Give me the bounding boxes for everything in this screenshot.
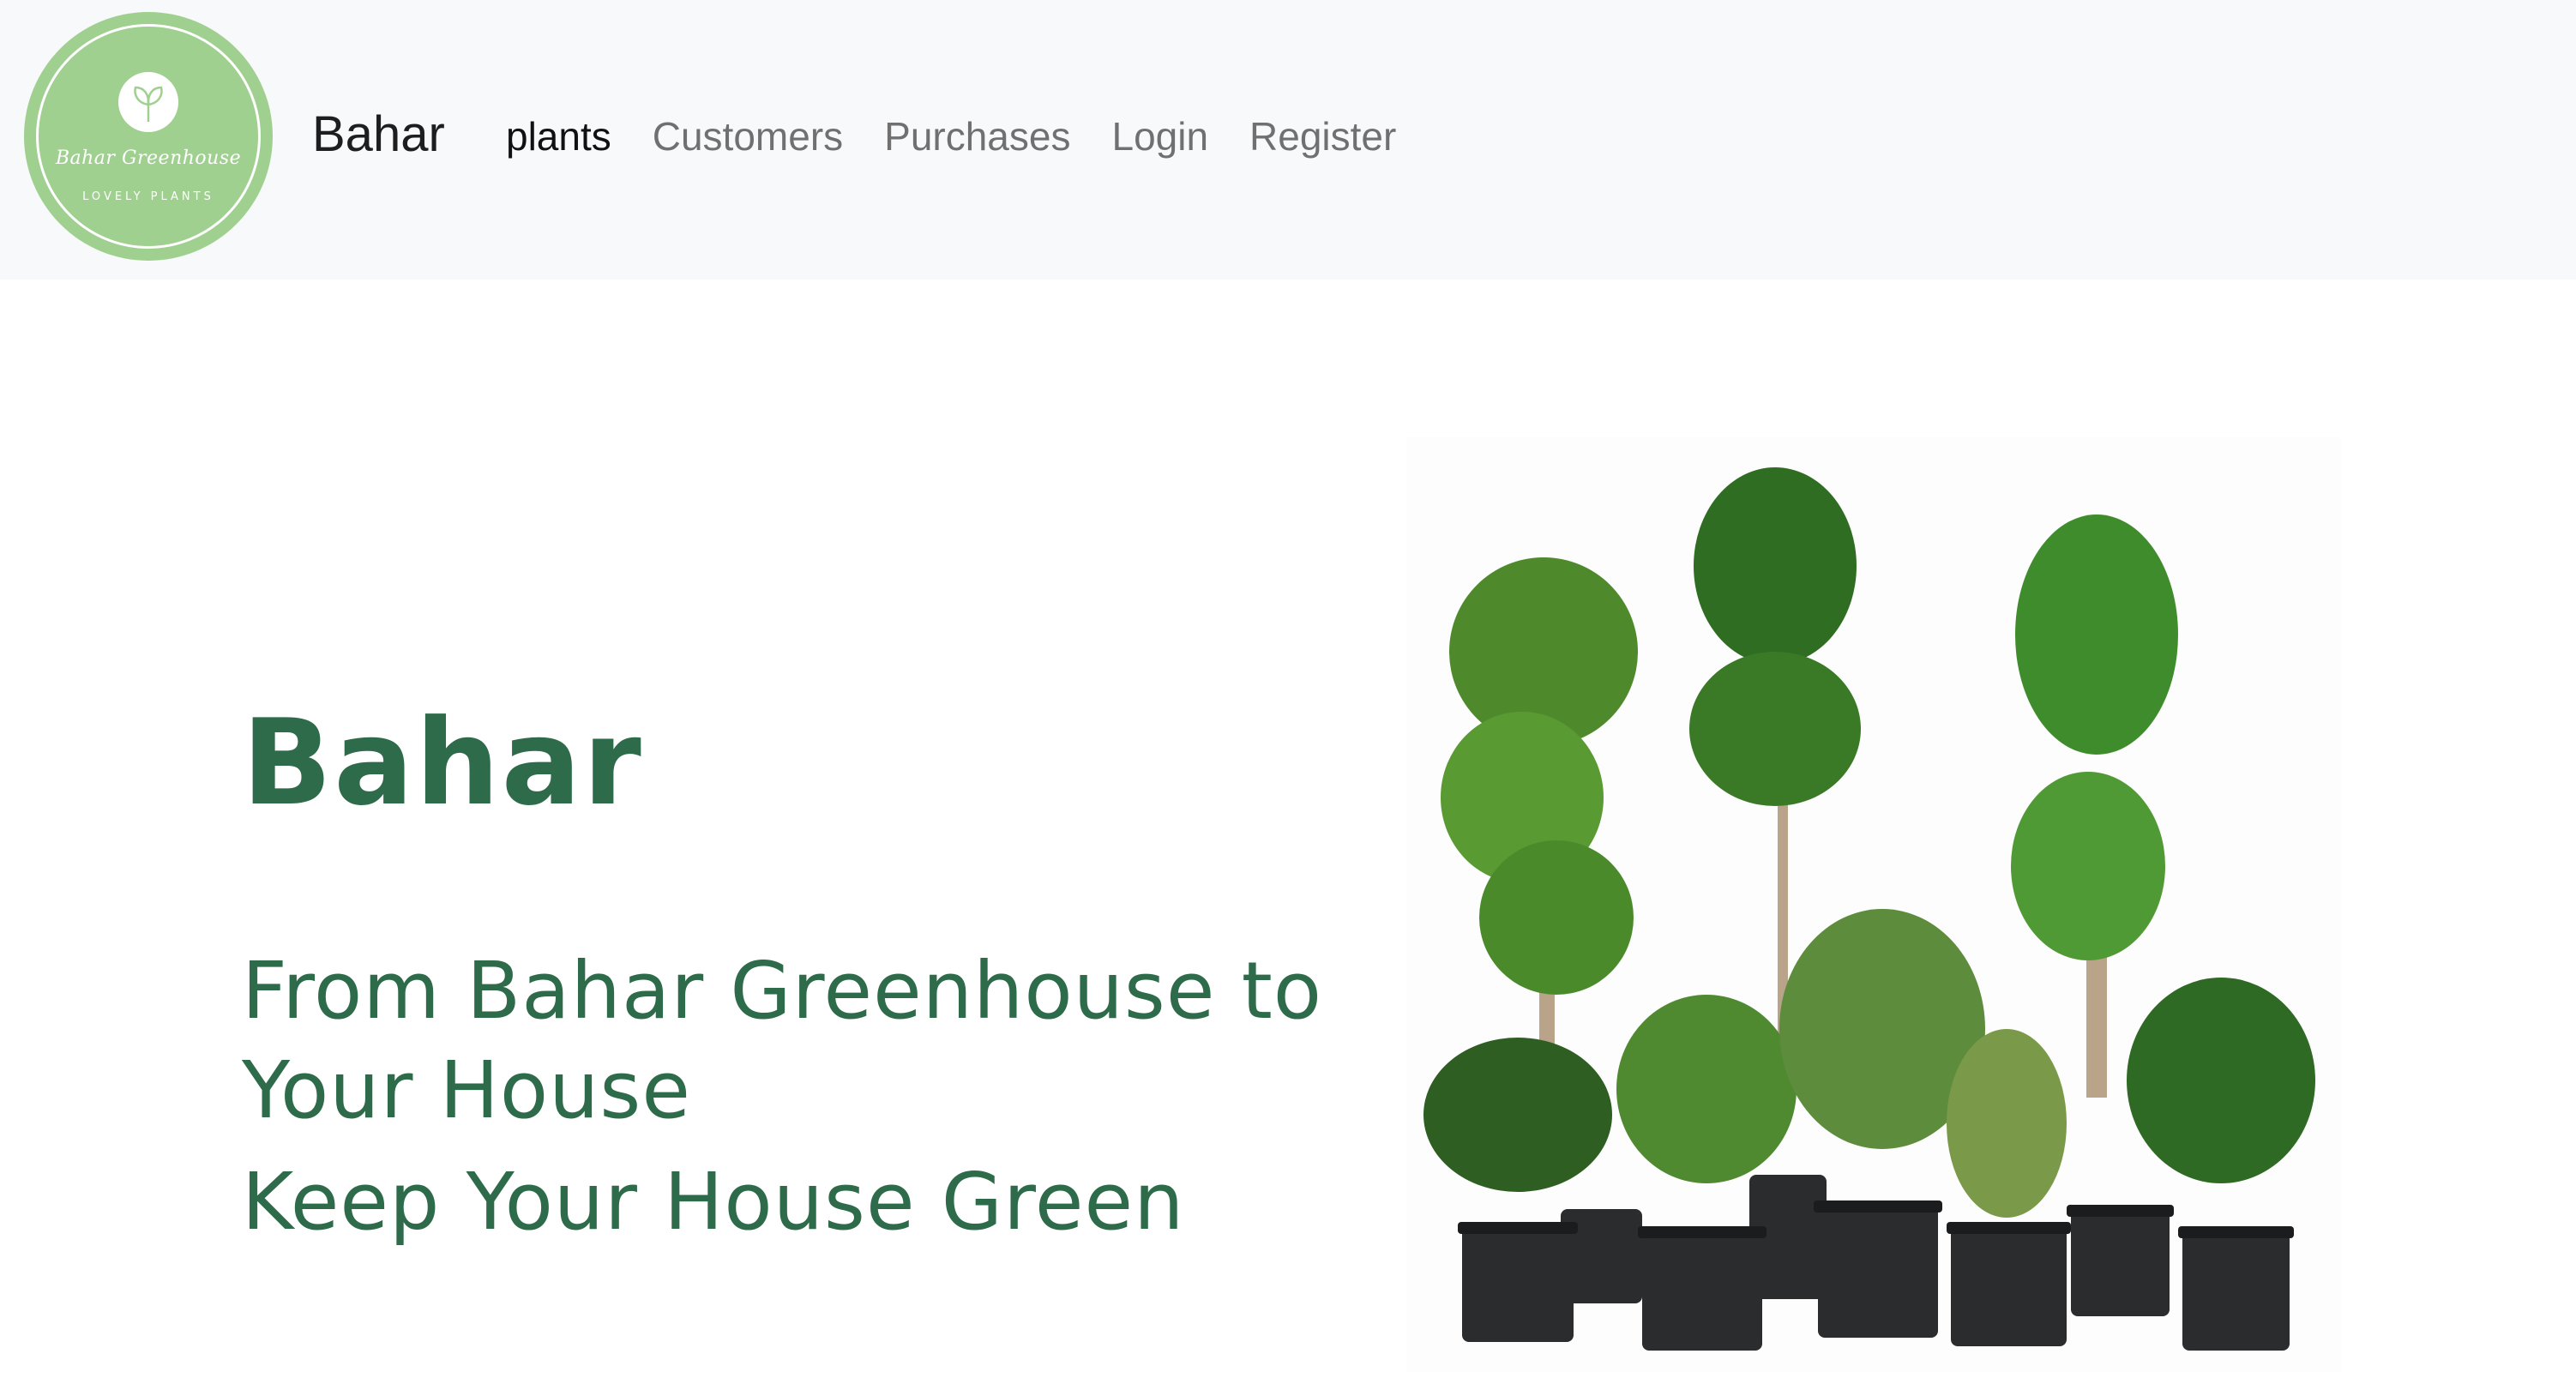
nav-link-plants[interactable]: plants: [506, 111, 611, 161]
navbar: Bahar Greenhouse LOVELY PLANTS Bahar pla…: [0, 0, 2576, 280]
greenhouse-logo[interactable]: Bahar Greenhouse LOVELY PLANTS: [24, 12, 273, 261]
leaf-icon: [118, 72, 178, 132]
nav-link-purchases[interactable]: Purchases: [884, 111, 1070, 161]
potted-plants-image: [1406, 437, 2341, 1372]
nav-link-register[interactable]: Register: [1249, 111, 1396, 161]
main-nav: plants Customers Purchases Login Registe…: [506, 111, 1396, 161]
hero-title: Bahar: [242, 694, 643, 832]
nav-link-customers[interactable]: Customers: [653, 111, 843, 161]
logo-tagline: LOVELY PLANTS: [82, 190, 214, 203]
hero-tagline: Keep Your House Green: [242, 1156, 1185, 1248]
logo-name: Bahar Greenhouse: [55, 147, 242, 169]
nav-link-login[interactable]: Login: [1111, 111, 1208, 161]
brand-link[interactable]: Bahar: [312, 105, 445, 165]
logo-ring: [36, 24, 261, 249]
hero-subtitle: From Bahar Greenhouse to Your House: [242, 945, 1323, 1136]
